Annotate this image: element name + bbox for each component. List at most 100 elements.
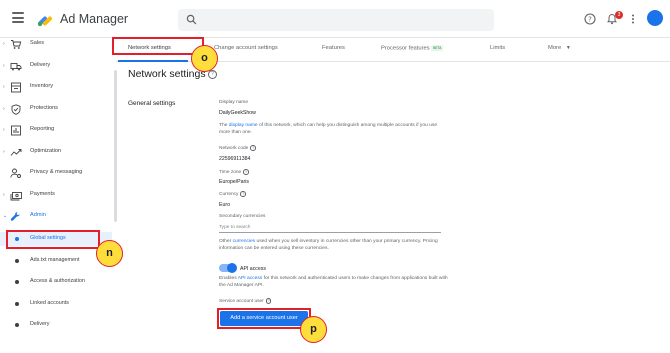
- help-text: Other: [219, 239, 233, 244]
- sidebar-item-admin[interactable]: ⌄ Admin: [0, 210, 112, 224]
- annotation-marker-o: o: [191, 45, 218, 72]
- chevron-right-icon: ›: [3, 192, 5, 198]
- sidebar-item-label: Payments: [30, 191, 55, 197]
- sidebar-item-access-authorization[interactable]: Access & authorization: [0, 275, 112, 289]
- highlight-box-tab: [112, 37, 204, 55]
- field-label: Network code: [219, 146, 249, 152]
- bullet-icon: [15, 323, 19, 327]
- field-label: Service account user: [219, 299, 264, 305]
- sidebar-item-label: Privacy & messaging: [30, 169, 83, 175]
- sidebar-scrollbar[interactable]: [114, 70, 117, 222]
- time-zone-label: Time zone?: [219, 169, 249, 175]
- chevron-down-icon: ⌄: [3, 213, 8, 219]
- sidebar-item-delivery[interactable]: › Delivery: [0, 60, 112, 74]
- tab-features[interactable]: Features: [322, 45, 345, 51]
- tab-change-account-settings[interactable]: Change account settings: [214, 45, 278, 51]
- help-icon[interactable]: ?: [243, 169, 249, 175]
- sidebar-item-label: Delivery: [30, 62, 51, 68]
- tab-processor-features[interactable]: Processor features BETA: [381, 45, 444, 52]
- api-access-label: API access: [240, 266, 266, 272]
- sidebar-item-linked-accounts[interactable]: Linked accounts: [0, 297, 112, 311]
- annotation-marker-p: p: [300, 316, 327, 343]
- ad-manager-logo-icon: [37, 16, 52, 27]
- currencies-link[interactable]: currencies: [233, 239, 256, 244]
- api-access-help: Enables API access for this network and …: [219, 275, 449, 290]
- network-code-value: 22596911384: [219, 156, 251, 162]
- sidebar-item-label: Optimization: [30, 148, 62, 154]
- display-name-value[interactable]: DailyGeekShow: [219, 110, 256, 116]
- chevron-right-icon: ›: [3, 127, 5, 133]
- payments-icon: [10, 192, 22, 201]
- sidebar-item-label: Access & authorization: [30, 278, 85, 284]
- more-vert-icon[interactable]: [627, 13, 639, 25]
- avatar[interactable]: [647, 10, 663, 26]
- sidebar-item-privacy-messaging[interactable]: Privacy & messaging: [0, 167, 112, 181]
- sidebar-item-label: Reporting: [30, 126, 55, 132]
- input-underline: [219, 232, 441, 233]
- sidebar-item-protections[interactable]: › Protections: [0, 103, 112, 117]
- beta-badge: BETA: [431, 45, 444, 51]
- api-access-toggle[interactable]: [219, 263, 237, 273]
- network-code-label: Network code?: [219, 145, 256, 151]
- svg-text:?: ?: [588, 15, 592, 23]
- dropdown-icon: ▼: [565, 45, 571, 51]
- chevron-right-icon: ›: [3, 41, 5, 47]
- help-icon[interactable]: ?: [265, 298, 272, 304]
- section-title: General settings: [128, 100, 176, 107]
- help-icon[interactable]: ?: [240, 191, 247, 197]
- tab-limits[interactable]: Limits: [490, 45, 505, 51]
- help-icon[interactable]: ?: [584, 13, 596, 25]
- app-name: Ad Manager: [60, 12, 129, 26]
- display-name-help: The display name of this network, which …: [219, 122, 449, 137]
- currency-value: Euro: [219, 202, 230, 208]
- field-label: Time zone: [219, 170, 242, 176]
- help-text: The: [219, 123, 229, 128]
- page-title: Network settings: [128, 68, 206, 80]
- field-label: Currency: [219, 192, 239, 198]
- annotation-marker-n: n: [96, 240, 123, 267]
- sidebar-item-reporting[interactable]: › Reporting: [0, 124, 112, 138]
- sidebar-item-sales[interactable]: › Sales: [0, 38, 112, 52]
- sidebar-item-ads-txt-management[interactable]: Ads.txt management: [0, 254, 112, 268]
- help-icon[interactable]: ?: [208, 70, 217, 79]
- tab-label: Processor features: [381, 45, 430, 52]
- service-account-label: Service account user?: [219, 298, 272, 305]
- display-name-label: Display name: [219, 100, 249, 105]
- sidebar-item-label: Protections: [30, 105, 58, 111]
- chevron-right-icon: ›: [3, 106, 5, 112]
- truck-icon: [10, 63, 22, 71]
- sidebar-item-payments[interactable]: › Payments: [0, 189, 112, 203]
- sidebar-item-label: Sales: [30, 40, 44, 46]
- sidebar-item-label: Inventory: [30, 83, 54, 89]
- bar-chart-icon: [11, 125, 21, 136]
- shield-icon: [11, 104, 21, 115]
- secondary-currencies-input[interactable]: Type to search: [219, 225, 250, 230]
- tab-more[interactable]: More ▼: [548, 45, 571, 51]
- inventory-icon: [11, 82, 21, 93]
- menu-icon[interactable]: [12, 12, 24, 23]
- toggle-knob: [227, 263, 237, 273]
- sidebar-item-admin-delivery[interactable]: Delivery: [0, 318, 112, 332]
- chevron-right-icon: ›: [3, 149, 5, 155]
- wrench-icon: [10, 212, 20, 221]
- top-bar: Ad Manager ? 3: [0, 0, 670, 38]
- notification-badge: 3: [615, 11, 623, 19]
- active-tab-indicator: [118, 60, 188, 62]
- highlight-box-button: [217, 308, 311, 329]
- sidebar-item-inventory[interactable]: › Inventory: [0, 81, 112, 95]
- bullet-icon: [15, 259, 19, 263]
- bullet-icon: [15, 302, 19, 306]
- sidebar-item-optimization[interactable]: › Optimization: [0, 146, 112, 160]
- chevron-right-icon: ›: [3, 63, 5, 69]
- sidebar-item-label: Linked accounts: [30, 300, 69, 306]
- trending-icon: [10, 149, 22, 156]
- api-access-link[interactable]: API access: [238, 276, 262, 281]
- display-name-link[interactable]: display name: [229, 123, 258, 128]
- help-icon[interactable]: ?: [250, 145, 256, 151]
- sidebar-item-label: Admin: [30, 212, 46, 218]
- search-icon: [186, 14, 197, 25]
- time-zone-value: Europe/Paris: [219, 179, 249, 185]
- search-bar[interactable]: [178, 9, 494, 31]
- highlight-box-global-settings: [6, 230, 100, 249]
- secondary-currencies-label: Secondary currencies: [219, 214, 266, 219]
